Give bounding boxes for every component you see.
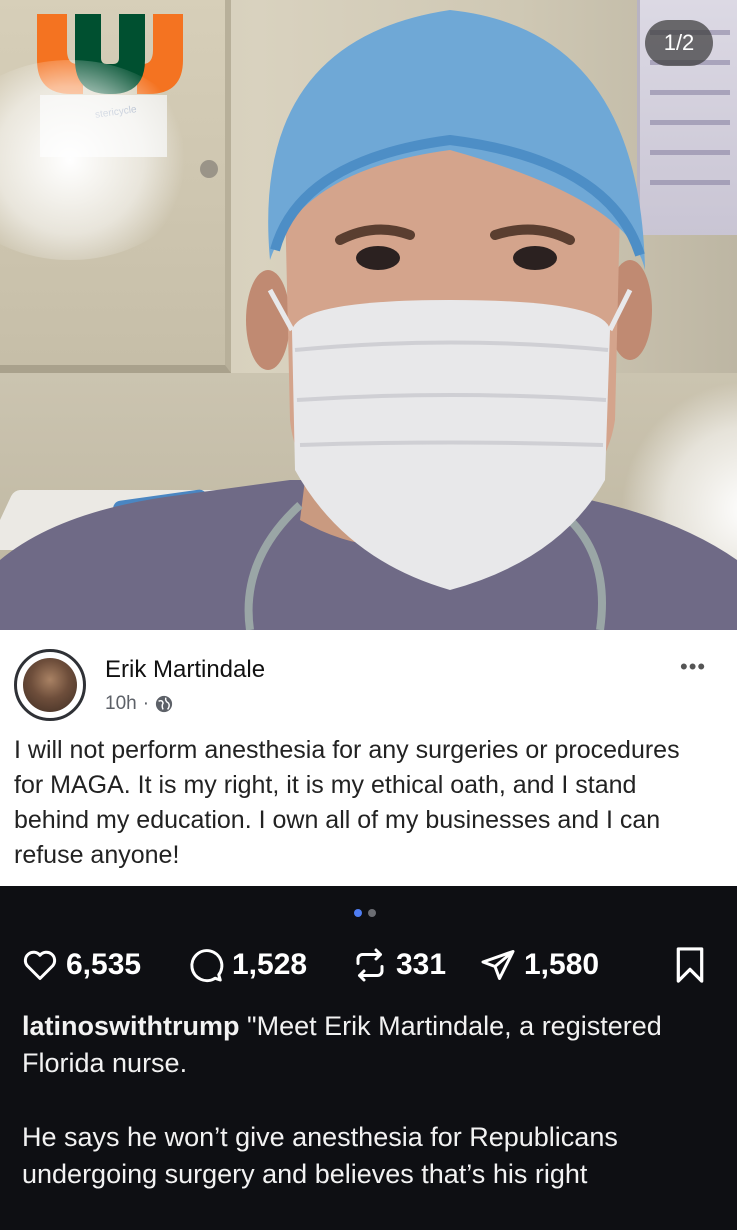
- comment-icon: [190, 949, 224, 983]
- like-count: 6,535: [66, 948, 142, 981]
- globe-icon: [155, 695, 173, 713]
- heart-icon: [23, 950, 57, 980]
- meta-separator: ·: [142, 693, 150, 714]
- share-button[interactable]: 1,580: [480, 944, 599, 986]
- like-button[interactable]: 6,535: [22, 944, 141, 986]
- carousel-indicator: [354, 909, 376, 917]
- carousel-dot: [368, 909, 376, 917]
- post-meta: 10h ·: [105, 693, 173, 715]
- facebook-post-card: Erik Martindale 10h · ••• I will not per…: [0, 630, 737, 886]
- bookmark-icon[interactable]: [672, 946, 708, 984]
- author-name[interactable]: Erik Martindale: [105, 656, 265, 684]
- post-image[interactable]: stericycle: [0, 0, 737, 630]
- share-count: 1,580: [524, 948, 600, 981]
- caption-username[interactable]: latinoswithtrump: [22, 1011, 240, 1041]
- image-counter-badge: 1/2: [645, 20, 713, 66]
- caption: latinoswithtrump "Meet Erik Martindale, …: [22, 1008, 722, 1230]
- person-in-scrubs: [0, 10, 737, 630]
- action-bar: 6,535 1,528 331 1,580: [22, 944, 722, 986]
- post-time: 10h: [105, 693, 137, 714]
- caption-paragraph-1: latinoswithtrump "Meet Erik Martindale, …: [22, 1008, 722, 1082]
- repost-icon: [356, 948, 384, 982]
- carousel-dot-active: [354, 909, 362, 917]
- repost-button[interactable]: 331: [352, 944, 446, 986]
- post-body: I will not perform anesthesia for any su…: [14, 736, 680, 869]
- caption-text-2: He says he won’t give anesthesia for Rep…: [22, 1122, 618, 1189]
- send-icon: [481, 950, 515, 980]
- avatar-photo: [23, 658, 77, 712]
- repost-count: 331: [396, 948, 447, 981]
- comment-button[interactable]: 1,528: [188, 944, 307, 986]
- avatar[interactable]: [14, 649, 86, 721]
- comment-count: 1,528: [232, 948, 308, 981]
- more-options-icon[interactable]: •••: [680, 654, 706, 680]
